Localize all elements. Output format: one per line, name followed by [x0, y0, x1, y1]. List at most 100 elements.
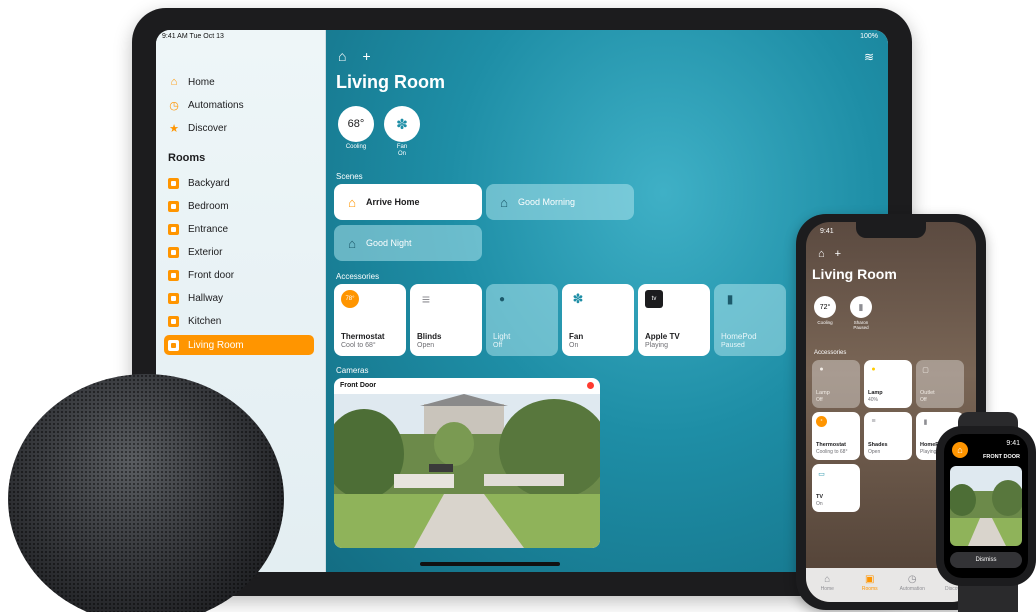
- home-icon[interactable]: ⌂: [818, 248, 825, 260]
- apple-tv-icon: tv: [645, 290, 663, 308]
- accessory-name: Apple TV: [645, 332, 680, 341]
- fan-icon: ✽: [572, 291, 584, 306]
- accessories-label: Accessories: [814, 350, 847, 356]
- notch: [856, 222, 926, 238]
- homepod-icon: ▮: [726, 292, 734, 306]
- house-icon: ⌂: [170, 76, 178, 88]
- fan-icon: ✽: [396, 115, 408, 132]
- accessory-homepod[interactable]: ▮ HomePod Paused: [714, 284, 786, 356]
- status-time: 9:41: [820, 228, 834, 235]
- thermostat-caption: Cooling: [817, 320, 833, 325]
- tv-icon: ▭: [818, 470, 825, 478]
- dismiss-button[interactable]: Dismiss: [950, 552, 1022, 568]
- tab-label: Automation: [899, 586, 925, 592]
- watch-screen: ⌂ 9:41 FRONT DOOR Dismiss: [944, 434, 1028, 578]
- sidebar-item-discover[interactable]: ★ Discover: [164, 118, 314, 138]
- shades-icon: ≡: [871, 418, 876, 425]
- tile-tv[interactable]: ▭ TV On: [812, 464, 860, 512]
- sidebar-room-label: Bedroom: [188, 200, 229, 212]
- sidebar-room-label: Hallway: [188, 292, 224, 304]
- accessory-blinds[interactable]: ≡ Blinds Open: [410, 284, 482, 356]
- add-icon[interactable]: +: [835, 248, 841, 260]
- accessories-label: Accessories: [336, 272, 380, 281]
- room-icon: [168, 315, 179, 327]
- sidebar-item-home[interactable]: ⌂ Home: [164, 72, 314, 92]
- cameras-label: Cameras: [336, 366, 369, 375]
- sidebar-item-automations[interactable]: ◷ Automations: [164, 95, 314, 115]
- tile-lamp-on[interactable]: ● Lamp 40%: [864, 360, 912, 408]
- tile-lamp-off[interactable]: ● Lamp Off: [812, 360, 860, 408]
- home-icon[interactable]: ⌂: [338, 48, 346, 64]
- fan-status[interactable]: ✽: [384, 106, 420, 142]
- tile-outlet[interactable]: ▢ Outlet Off: [916, 360, 964, 408]
- room-icon: [168, 292, 179, 304]
- tab-automation[interactable]: ◷ Automation: [892, 574, 932, 602]
- accessory-name: Light: [493, 332, 511, 341]
- thermostat-status[interactable]: 68°: [338, 106, 374, 142]
- accessory-name: HomePod: [721, 332, 757, 341]
- sidebar-item-label: Home: [188, 76, 215, 88]
- sidebar-room-front-door[interactable]: Front door: [164, 265, 314, 285]
- sidebar-room-label: Exterior: [188, 246, 223, 258]
- good-night-icon: ⌂: [348, 235, 356, 251]
- scene-arrive-home[interactable]: ⌂ Arrive Home: [334, 184, 482, 220]
- battery-status: 100%: [860, 33, 878, 40]
- sidebar-room-hallway[interactable]: Hallway: [164, 288, 314, 308]
- rooms-icon: ▣: [865, 574, 875, 585]
- sidebar-room-label: Entrance: [188, 223, 229, 235]
- accessory-name: Fan: [569, 332, 584, 341]
- tab-home[interactable]: ⌂ Home: [807, 574, 847, 602]
- sidebar-room-backyard[interactable]: Backyard: [164, 173, 314, 193]
- tab-label: Home: [820, 586, 834, 592]
- camera-card-front-door[interactable]: Front Door: [334, 378, 600, 548]
- clock-icon: ◷: [169, 99, 179, 112]
- scene-good-night[interactable]: ⌂ Good Night: [334, 225, 482, 261]
- house-icon: ⌂: [824, 574, 831, 585]
- homepod-status[interactable]: ▮: [850, 296, 872, 318]
- rooms-heading: Rooms: [168, 152, 206, 164]
- scene-good-morning[interactable]: ⌂ Good Morning: [486, 184, 634, 220]
- arrive-home-icon: ⌂: [348, 194, 356, 210]
- sidebar-room-entrance[interactable]: Entrance: [164, 219, 314, 239]
- home-indicator: [420, 562, 560, 566]
- tile-status: On: [816, 501, 823, 507]
- house-icon: ⌂: [952, 442, 968, 458]
- lightbulb-icon: ●: [498, 293, 506, 305]
- tile-shades[interactable]: ≡ Shades Open: [864, 412, 912, 460]
- sidebar-room-kitchen[interactable]: Kitchen: [164, 311, 314, 331]
- tab-rooms[interactable]: ▣ Rooms: [850, 574, 890, 602]
- sidebar-item-label: Discover: [188, 122, 227, 134]
- room-icon: [168, 223, 179, 235]
- tile-status: Off: [816, 397, 823, 403]
- room-icon: [168, 269, 179, 281]
- sidebar-room-label: Living Room: [188, 339, 244, 351]
- accessory-name: Blinds: [417, 332, 442, 341]
- recording-dot: [587, 382, 594, 389]
- speaker-mesh: [8, 374, 284, 612]
- accessory-thermostat[interactable]: 78° Thermostat Cool to 68°: [334, 284, 406, 356]
- sidebar-room-bedroom[interactable]: Bedroom: [164, 196, 314, 216]
- add-icon[interactable]: +: [362, 48, 370, 64]
- room-icon: [168, 246, 179, 258]
- sidebar-room-exterior[interactable]: Exterior: [164, 242, 314, 262]
- intercom-icon[interactable]: ≋: [864, 50, 874, 64]
- room-toolbar: ⌂ +: [338, 48, 371, 64]
- scene-label: Good Morning: [518, 197, 576, 207]
- tile-status: Cooling to 68°: [816, 449, 848, 455]
- tile-thermostat[interactable]: ° Thermostat Cooling to 68°: [812, 412, 860, 460]
- accessory-name: Thermostat: [341, 332, 385, 341]
- tile-status: 40%: [868, 397, 879, 403]
- tile-name: Lamp: [868, 390, 883, 396]
- accessory-apple-tv[interactable]: tv Apple TV Playing: [638, 284, 710, 356]
- camera-title: Front Door: [340, 382, 377, 389]
- camera-label: FRONT DOOR: [983, 454, 1020, 460]
- camera-name: Front Door: [334, 378, 600, 394]
- blinds-icon: ≡: [421, 291, 431, 307]
- accessory-fan[interactable]: ✽ Fan On: [562, 284, 634, 356]
- accessory-light[interactable]: ● Light Off: [486, 284, 558, 356]
- status-time: 9:41 AM Tue Oct 13: [162, 33, 224, 40]
- thermostat-status[interactable]: 72°: [814, 296, 836, 318]
- sidebar-room-label: Front door: [188, 269, 235, 281]
- sidebar-room-living-room[interactable]: Living Room: [164, 335, 314, 355]
- homepod-caption: Sharon Paused: [853, 320, 869, 330]
